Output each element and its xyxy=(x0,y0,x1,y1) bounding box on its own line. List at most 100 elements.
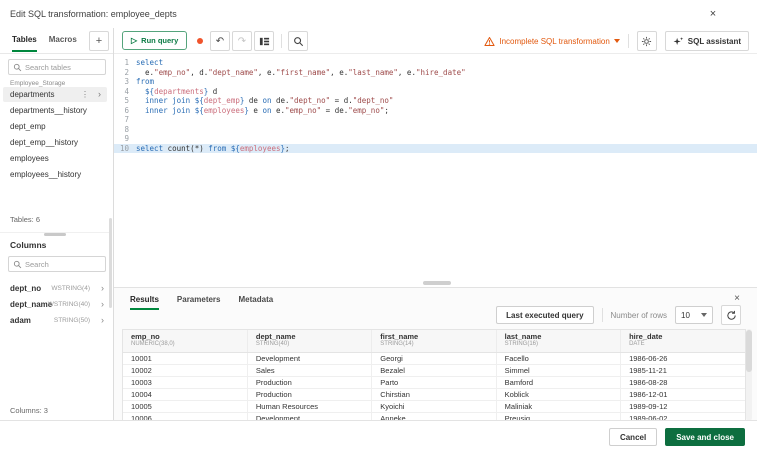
table-row[interactable]: 10003 Production Parto Bamford 1986-08-28 xyxy=(123,376,745,389)
close-results-icon[interactable]: × xyxy=(731,292,743,304)
code-line[interactable]: 2 e."emp_no", d."dept_name", e."first_na… xyxy=(114,68,757,78)
close-icon[interactable]: × xyxy=(706,7,720,21)
results-cell: 1986-06-26 xyxy=(620,352,745,365)
code-line[interactable]: 7 xyxy=(114,115,757,125)
table-row[interactable]: 10004 Production Chirstian Koblick 1986-12-0… xyxy=(123,388,745,401)
add-table-button[interactable]: + xyxy=(89,31,109,51)
code-line[interactable]: 6 inner join ${employees} e on e."emp_no… xyxy=(114,106,757,116)
settings-button[interactable] xyxy=(636,31,657,51)
chevron-right-icon[interactable]: › xyxy=(101,299,104,309)
edit-sql-transformation-dialog: Edit SQL transformation: employee_depts … xyxy=(0,0,757,451)
line-number: 4 xyxy=(124,86,129,96)
results-tab-metadata[interactable]: Metadata xyxy=(239,290,274,310)
code-line[interactable]: 8 xyxy=(114,125,757,135)
sql-assistant-label: SQL assistant xyxy=(687,36,741,46)
dialog-footer: Cancel Save and close xyxy=(0,420,757,451)
last-executed-query-button[interactable]: Last executed query xyxy=(496,306,594,324)
column-header-type: DATE xyxy=(629,341,645,347)
table-row[interactable]: 10002 Sales Bezalel Simmel 1985-11-21 xyxy=(123,364,745,377)
table-list-item[interactable]: departments ⋮ › xyxy=(3,87,107,102)
dialog-title: Edit SQL transformation: employee_depts xyxy=(10,9,177,19)
number-of-rows-label: Number of rows xyxy=(610,310,667,320)
line-number: 3 xyxy=(124,77,129,86)
results-cell: 10001 xyxy=(123,352,248,365)
code-line[interactable]: 5 inner join ${dept_emp} de on de."dept_… xyxy=(114,96,757,106)
code-line[interactable]: 3 from xyxy=(114,77,757,87)
results-scrollbar[interactable] xyxy=(746,329,752,421)
code-text: ${departments} d xyxy=(145,86,218,96)
results-column-header[interactable]: emp_no NUMERIC(38,0) xyxy=(123,330,248,353)
results-table: emp_no NUMERIC(38,0) dept_name STRING(40) fi… xyxy=(122,329,746,425)
table-row[interactable]: 10005 Human Resources Kyoichi Maliniak 1989-… xyxy=(123,400,745,413)
line-number: 10 xyxy=(119,143,129,153)
sql-assistant-button[interactable]: SQL assistant xyxy=(664,31,749,51)
table-name: departments__history xyxy=(10,106,87,115)
chevron-right-icon[interactable]: › xyxy=(98,90,101,99)
sidebar-splitter[interactable] xyxy=(0,232,110,237)
results-column-header[interactable]: hire_date DATE xyxy=(620,330,745,353)
unsaved-changes-dot xyxy=(197,38,203,44)
results-cell: 1986-12-01 xyxy=(620,388,745,401)
code-line[interactable]: 9 xyxy=(114,134,757,144)
search-query-button[interactable] xyxy=(288,31,308,51)
search-icon xyxy=(293,36,303,46)
chevron-right-icon[interactable]: › xyxy=(101,315,104,325)
results-cell: Parto xyxy=(371,376,497,389)
column-header-name: emp_no xyxy=(131,332,160,341)
refresh-icon xyxy=(726,310,736,320)
column-header-name: hire_date xyxy=(629,332,663,341)
results-cell: Kyoichi xyxy=(371,400,497,413)
results-column-header[interactable]: first_name STRING(14) xyxy=(371,330,497,353)
table-row[interactable]: 10001 Development Georgi Facello 1986-06-26 xyxy=(123,352,745,365)
sidebar-tab-macros[interactable]: Macros xyxy=(49,28,77,50)
table-name: employees__history xyxy=(10,170,82,179)
results-cell: 10002 xyxy=(123,364,248,377)
code-line[interactable]: 1 select xyxy=(114,58,757,68)
column-header-name: last_name xyxy=(504,332,542,341)
code-text: from xyxy=(136,77,155,86)
sidebar-tab-tables[interactable]: Tables xyxy=(12,28,37,52)
cancel-button[interactable]: Cancel xyxy=(608,428,658,446)
sql-code-editor[interactable]: 1 select 2 e."emp_no", d."dept_name", e."f… xyxy=(114,54,757,280)
column-list-item[interactable]: dept_no WSTRING(4) › xyxy=(0,280,110,296)
sidebar-scrollbar[interactable] xyxy=(109,218,112,308)
table-list-item[interactable]: dept_emp xyxy=(3,119,107,134)
sparkle-icon xyxy=(673,36,684,45)
kebab-menu-icon[interactable]: ⋮ xyxy=(81,90,89,99)
results-tab-parameters[interactable]: Parameters xyxy=(177,290,221,310)
column-name: dept_name xyxy=(10,299,53,309)
results-cell: 10004 xyxy=(123,388,248,401)
number-of-rows-select[interactable]: 10 xyxy=(675,306,713,324)
run-query-button[interactable]: ▷ Run query xyxy=(122,31,188,50)
save-and-close-button[interactable]: Save and close xyxy=(665,428,745,446)
chevron-right-icon[interactable]: › xyxy=(101,283,104,293)
results-tab-results[interactable]: Results xyxy=(130,290,159,310)
search-tables-input[interactable]: Search tables xyxy=(8,59,106,75)
table-list-item[interactable]: dept_emp__history xyxy=(3,135,107,150)
search-columns-input[interactable]: Search xyxy=(8,256,106,272)
table-list-item[interactable]: employees__history xyxy=(3,167,107,182)
column-header-type: STRING(40) xyxy=(255,341,290,347)
editor-toolbar: ▷ Run query ↶ ↷ Incomplete SQL transform… xyxy=(114,28,757,54)
results-splitter-grip[interactable] xyxy=(423,281,451,285)
code-line[interactable]: 4 ${departments} d xyxy=(114,87,757,97)
column-list-item[interactable]: adam STRING(50) › xyxy=(0,312,110,328)
table-name: departments xyxy=(10,90,55,99)
results-cell: Human Resources xyxy=(247,400,373,413)
incomplete-transformation-warning[interactable]: Incomplete SQL transformation xyxy=(484,36,620,47)
table-list-item[interactable]: employees xyxy=(3,151,107,166)
warning-icon xyxy=(484,36,495,46)
chevron-down-icon xyxy=(613,39,620,43)
refresh-button[interactable] xyxy=(721,305,741,325)
undo-button[interactable]: ↶ xyxy=(210,31,230,51)
table-list-item[interactable]: departments__history xyxy=(3,103,107,118)
redo-button[interactable]: ↷ xyxy=(232,31,252,51)
play-icon: ▷ xyxy=(131,35,138,45)
code-line[interactable]: 10 select count(*) from ${employees}; xyxy=(114,143,757,153)
results-column-header[interactable]: last_name STRING(16) xyxy=(496,330,622,353)
results-column-header[interactable]: dept_name STRING(40) xyxy=(247,330,373,353)
column-list-item[interactable]: dept_name WSTRING(40) › xyxy=(0,296,110,312)
column-header-name: first_name xyxy=(380,332,419,341)
format-query-button[interactable] xyxy=(254,31,274,51)
run-query-label: Run query xyxy=(141,36,179,45)
